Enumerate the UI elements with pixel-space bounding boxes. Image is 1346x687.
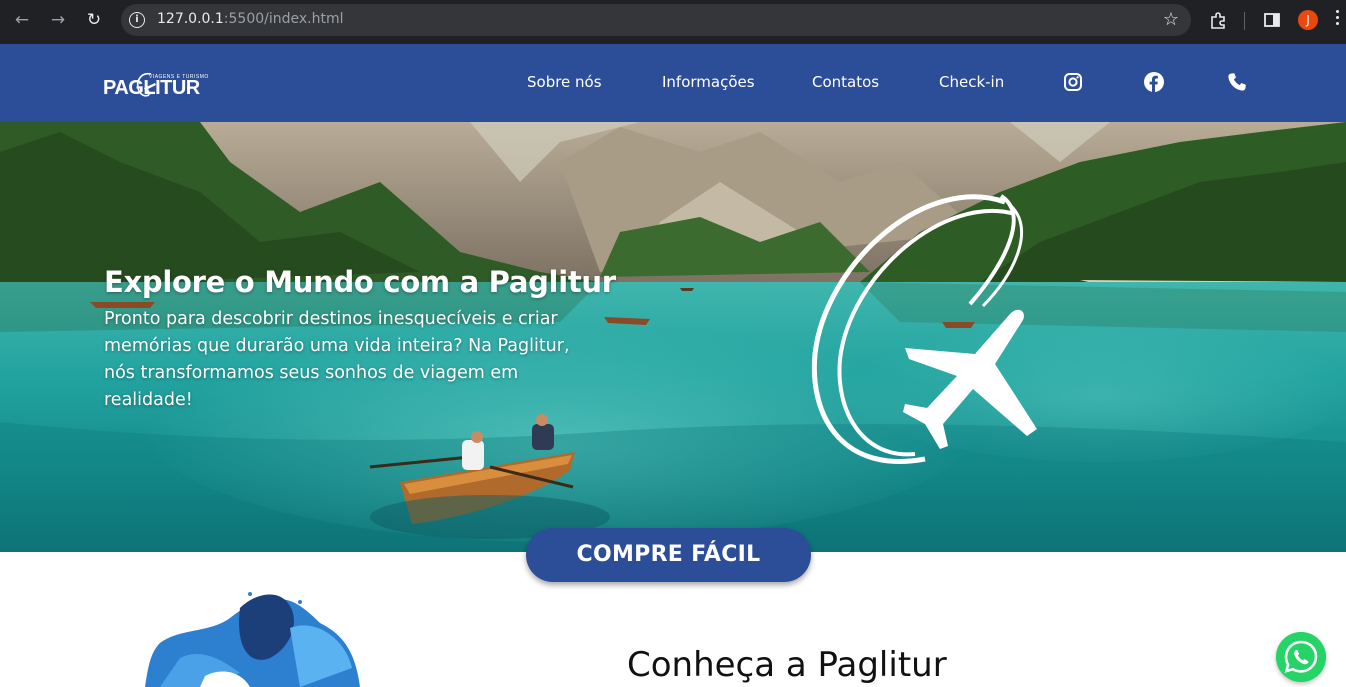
reload-icon[interactable]: ↻	[83, 9, 105, 31]
nav-link-informacoes[interactable]: Informações	[662, 73, 755, 91]
toolbar-divider	[1244, 12, 1245, 30]
chrome-menu-icon[interactable]	[1336, 10, 1340, 30]
nav-link-sobre-nos[interactable]: Sobre nós	[527, 73, 602, 91]
instagram-icon[interactable]	[1063, 72, 1083, 92]
about-section-title: Conheça a Paglitur	[627, 645, 947, 685]
nav-link-contatos[interactable]: Contatos	[812, 73, 879, 91]
profile-avatar[interactable]: J	[1298, 10, 1318, 30]
facebook-icon[interactable]	[1144, 72, 1164, 92]
browser-toolbar: ← → ↻ i 127.0.0.1:5500/index.html ☆ J	[0, 0, 1346, 44]
url-host: 127.0.0.1	[157, 11, 224, 27]
phone-icon[interactable]	[1227, 72, 1247, 92]
address-bar[interactable]: i 127.0.0.1:5500/index.html ☆	[121, 4, 1191, 36]
site-info-icon[interactable]: i	[129, 12, 145, 28]
forward-arrow-icon[interactable]: →	[47, 9, 69, 31]
hero-title: Explore o Mundo com a Paglitur	[104, 265, 616, 299]
plane-swoosh-graphic	[811, 194, 1037, 464]
bookmark-star-icon[interactable]: ☆	[1163, 9, 1179, 30]
hero-banner: Explore o Mundo com a Paglitur Pronto pa…	[0, 122, 1346, 552]
back-arrow-icon[interactable]: ←	[11, 9, 33, 31]
nav-link-check-in[interactable]: Check-in	[939, 73, 1004, 91]
compre-facil-button[interactable]: COMPRE FÁCIL	[526, 528, 811, 582]
whatsapp-icon[interactable]	[1276, 632, 1326, 682]
hero-description: Pronto para descobrir destinos inesquecí…	[104, 309, 570, 410]
about-splash-image	[145, 592, 360, 687]
url-text[interactable]: 127.0.0.1:5500/index.html	[157, 11, 344, 27]
site-header: VIAGENS E TURISMO PAGLITUR Sobre nós Inf…	[0, 44, 1346, 122]
url-path: :5500/index.html	[223, 11, 344, 27]
extensions-icon[interactable]	[1209, 11, 1227, 29]
paglitur-logo[interactable]: VIAGENS E TURISMO PAGLITUR	[103, 72, 213, 100]
side-panel-icon[interactable]	[1263, 11, 1281, 29]
logo-plane-swoosh-icon	[136, 72, 156, 97]
